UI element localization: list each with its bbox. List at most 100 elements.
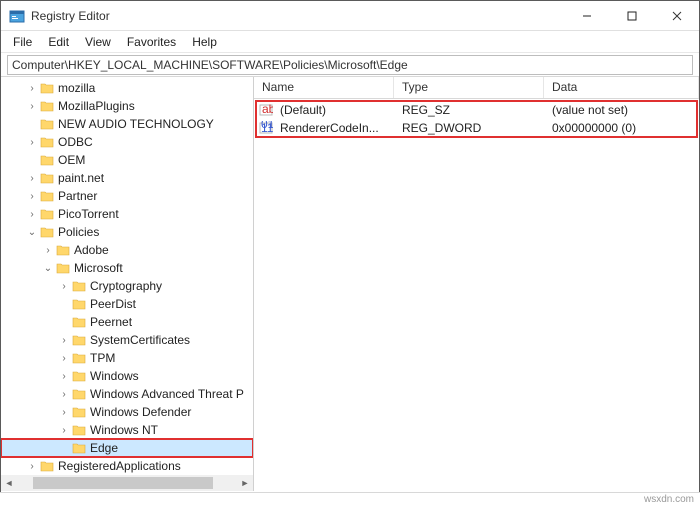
tree-node-registeredapplications[interactable]: › RegisteredApplications (1, 457, 253, 475)
tree-label: NEW AUDIO TECHNOLOGY (58, 117, 214, 131)
value-row[interactable]: ab(Default)REG_SZ(value not set) (256, 101, 697, 119)
expand-toggle[interactable]: › (25, 101, 39, 112)
tree-label: Microsoft (74, 261, 123, 275)
folder-icon (39, 189, 55, 203)
scroll-right-arrow[interactable]: ► (237, 478, 253, 488)
address-input[interactable] (7, 55, 693, 75)
expand-toggle[interactable]: › (25, 173, 39, 184)
menu-edit[interactable]: Edit (40, 33, 77, 51)
tree-node-systemcertificates[interactable]: ›SystemCertificates (1, 331, 253, 349)
column-data[interactable]: Data (544, 77, 699, 98)
tree-node-mozillaplugins[interactable]: › MozillaPlugins (1, 97, 253, 115)
tree-label: Windows Advanced Threat P (90, 387, 244, 401)
tree-node-windows-nt[interactable]: ›Windows NT (1, 421, 253, 439)
folder-icon (71, 351, 87, 365)
svg-text:ab: ab (262, 103, 273, 116)
expand-toggle[interactable]: › (41, 245, 55, 256)
tree-node-peerdist[interactable]: PeerDist (1, 295, 253, 313)
tree-node-policies[interactable]: ⌄Policies (1, 223, 253, 241)
tree-node-paint-net[interactable]: › paint.net (1, 169, 253, 187)
title-bar: Registry Editor (1, 1, 699, 31)
tree-label: ODBC (58, 135, 93, 149)
value-data: 0x00000000 (0) (546, 121, 697, 135)
tree-node-peernet[interactable]: Peernet (1, 313, 253, 331)
tree-node-tpm[interactable]: ›TPM (1, 349, 253, 367)
value-name: RendererCodeIn... (274, 121, 396, 135)
expand-toggle[interactable]: › (25, 461, 39, 472)
folder-icon (71, 315, 87, 329)
expand-toggle[interactable]: › (57, 353, 71, 364)
expand-toggle[interactable]: › (57, 425, 71, 436)
binary-value-icon: 011110 (256, 121, 274, 135)
expand-toggle[interactable]: › (57, 389, 71, 400)
tree-label: PicoTorrent (58, 207, 119, 221)
tree-node-cryptography[interactable]: › Cryptography (1, 277, 253, 295)
folder-icon (39, 207, 55, 221)
close-button[interactable] (654, 1, 699, 30)
tree-pane[interactable]: › mozilla › MozillaPlugins NEW AUDIO TECHNOL… (1, 77, 254, 491)
tree-label: paint.net (58, 171, 104, 185)
folder-icon (71, 387, 87, 401)
value-type: REG_SZ (396, 103, 546, 117)
folder-icon (39, 99, 55, 113)
tree-label: PeerDist (90, 297, 136, 311)
minimize-button[interactable] (564, 1, 609, 30)
menu-view[interactable]: View (77, 33, 119, 51)
scroll-thumb[interactable] (33, 477, 213, 489)
tree-label: Cryptography (90, 279, 162, 293)
list-header: Name Type Data (254, 77, 699, 99)
tree-node-windows-defender[interactable]: › Windows Defender (1, 403, 253, 421)
folder-icon (39, 171, 55, 185)
tree-label: RegisteredApplications (58, 459, 181, 473)
folder-icon (39, 117, 55, 131)
value-data: (value not set) (546, 103, 697, 117)
tree-label: OEM (58, 153, 85, 167)
window-controls (564, 1, 699, 30)
expand-toggle[interactable]: ⌄ (41, 263, 55, 274)
column-name[interactable]: Name (254, 77, 394, 98)
expand-toggle[interactable]: › (57, 335, 71, 346)
tree-node-odbc[interactable]: › ODBC (1, 133, 253, 151)
list-pane[interactable]: Name Type Data ab(Default)REG_SZ(value n… (254, 77, 699, 491)
expand-toggle[interactable]: › (57, 281, 71, 292)
tree-label: Peernet (90, 315, 132, 329)
menu-bar: File Edit View Favorites Help (1, 31, 699, 53)
tree-node-oem[interactable]: OEM (1, 151, 253, 169)
expand-toggle[interactable]: › (25, 137, 39, 148)
scroll-left-arrow[interactable]: ◄ (1, 478, 17, 488)
tree-label: mozilla (58, 81, 95, 95)
folder-icon (71, 333, 87, 347)
expand-toggle[interactable]: › (25, 191, 39, 202)
tree-node-mozilla[interactable]: › mozilla (1, 79, 253, 97)
folder-icon (39, 153, 55, 167)
folder-icon (71, 423, 87, 437)
expand-toggle[interactable]: › (25, 209, 39, 220)
folder-icon (71, 441, 87, 455)
maximize-button[interactable] (609, 1, 654, 30)
tree-label: MozillaPlugins (58, 99, 135, 113)
tree-node-edge[interactable]: Edge (1, 439, 253, 457)
expand-toggle[interactable]: › (25, 83, 39, 94)
horizontal-scrollbar[interactable]: ◄ ► (1, 475, 253, 491)
tree-node-new-audio-technology[interactable]: NEW AUDIO TECHNOLOGY (1, 115, 253, 133)
tree-label: Windows Defender (90, 405, 191, 419)
menu-file[interactable]: File (5, 33, 40, 51)
tree-node-microsoft[interactable]: ⌄ Microsoft (1, 259, 253, 277)
menu-help[interactable]: Help (184, 33, 225, 51)
tree-node-picotorrent[interactable]: › PicoTorrent (1, 205, 253, 223)
tree-node-partner[interactable]: › Partner (1, 187, 253, 205)
address-bar (1, 53, 699, 77)
expand-toggle[interactable]: ⌄ (25, 227, 39, 238)
tree-label: Partner (58, 189, 97, 203)
folder-icon (39, 135, 55, 149)
tree-node-windows-advanced-threat-p[interactable]: › Windows Advanced Threat P (1, 385, 253, 403)
value-row[interactable]: 011110RendererCodeIn...REG_DWORD0x000000… (256, 119, 697, 137)
expand-toggle[interactable]: › (57, 371, 71, 382)
menu-favorites[interactable]: Favorites (119, 33, 184, 51)
folder-icon (55, 261, 71, 275)
app-icon (9, 8, 25, 24)
expand-toggle[interactable]: › (57, 407, 71, 418)
tree-node-adobe[interactable]: ›Adobe (1, 241, 253, 259)
column-type[interactable]: Type (394, 77, 544, 98)
tree-node-windows[interactable]: ›Windows (1, 367, 253, 385)
